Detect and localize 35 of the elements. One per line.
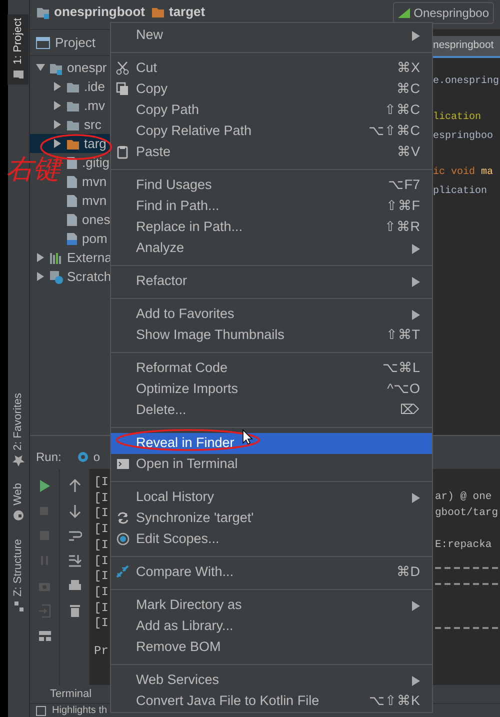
log-line: E:repacka bbox=[435, 538, 492, 553]
shortcut-text: ⌥F7 bbox=[388, 176, 420, 194]
shortcut-text: ⇧⌘F bbox=[386, 197, 420, 216]
shortcut-text: ⌘D bbox=[396, 563, 420, 582]
code-line: e.onespring bbox=[433, 74, 500, 89]
shortcut-text: ⌘C bbox=[396, 80, 420, 98]
code-line: ic void ma bbox=[433, 166, 494, 180]
log-line: Pr bbox=[94, 644, 108, 660]
log-line: gboot/targ bbox=[435, 506, 498, 521]
log-line: [I bbox=[94, 569, 108, 585]
shortcut-text: ⇧⌘C bbox=[384, 101, 420, 120]
shortcut-text: ⌦ bbox=[400, 401, 420, 420]
log-line: [I bbox=[94, 600, 108, 616]
log-line: [I bbox=[94, 506, 108, 522]
log-line: [I bbox=[94, 584, 108, 601]
code-line: espringboo bbox=[433, 130, 494, 144]
shortcut-text: ⌘V bbox=[396, 143, 420, 162]
log-line: [I bbox=[94, 522, 108, 538]
shortcut-text: ⌥⌘L bbox=[382, 359, 420, 378]
shortcut-text: ^⌥O bbox=[387, 380, 420, 398]
shortcut-text: ⌥⇧⌘C bbox=[368, 122, 420, 140]
status-text: Highlights th bbox=[52, 704, 108, 717]
code-line: lication bbox=[433, 110, 482, 125]
shortcut-text: ⌘X bbox=[396, 59, 420, 78]
code-line: plication bbox=[433, 184, 488, 199]
shortcut-text: ⇧⌘R bbox=[384, 218, 420, 236]
shortcut-text: ⌥⇧⌘K bbox=[368, 692, 420, 710]
log-line: [I bbox=[94, 490, 108, 506]
shortcut-text: ⇧⌘T bbox=[386, 326, 420, 344]
run-label: Run: bbox=[36, 449, 62, 466]
log-line: [I bbox=[94, 475, 108, 491]
log-line: [I bbox=[94, 616, 108, 632]
log-line: [I bbox=[94, 554, 108, 570]
log-line: ar) @ one bbox=[435, 490, 492, 505]
log-line: [I bbox=[94, 538, 108, 554]
